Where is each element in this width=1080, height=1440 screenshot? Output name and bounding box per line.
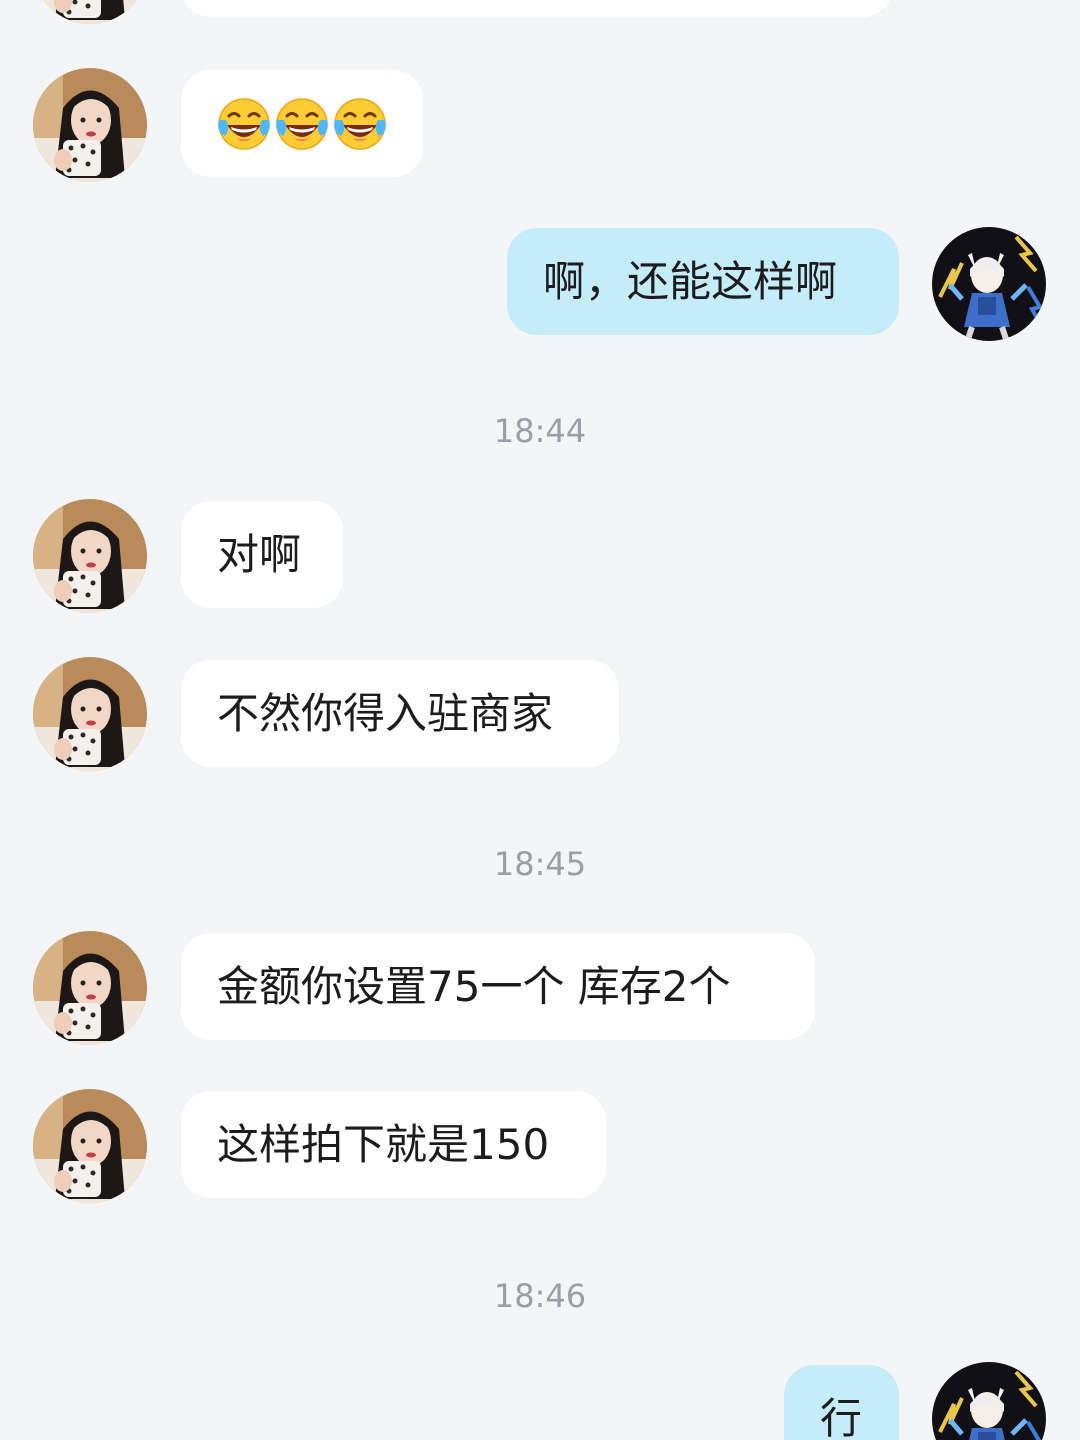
laugh-tears-emoji-icon	[332, 97, 388, 151]
contact-avatar[interactable]	[33, 0, 147, 24]
message-bubble-outgoing[interactable]: 行	[784, 1365, 899, 1440]
message-bubble-incoming[interactable]: 不然你得入驻商家	[181, 660, 619, 767]
message-bubble-partial[interactable]	[181, 0, 893, 17]
timestamp: 18:44	[493, 412, 587, 450]
message-bubble-incoming[interactable]: 对啊	[181, 501, 343, 608]
message-bubble-outgoing[interactable]: 啊，还能这样啊	[507, 228, 899, 335]
timestamp: 18:45	[493, 845, 587, 883]
message-text: 不然你得入驻商家	[217, 689, 554, 738]
message-text: 金额你设置75一个 库存2个	[217, 962, 731, 1011]
timestamp: 18:46	[493, 1277, 587, 1315]
message-text: 这样拍下就是150	[217, 1120, 550, 1169]
message-bubble-incoming[interactable]	[181, 70, 423, 177]
contact-avatar[interactable]	[33, 499, 147, 613]
my-avatar[interactable]	[932, 1362, 1046, 1440]
message-text: 啊，还能这样啊	[543, 257, 838, 306]
contact-avatar[interactable]	[33, 1089, 147, 1203]
message-text: 行	[820, 1394, 863, 1440]
chat-message-list[interactable]: 啊，还能这样啊 18:44 对啊 不然你得入驻商家 18:45 金额你设置75一…	[0, 0, 1080, 1440]
message-text: 对啊	[217, 530, 302, 579]
contact-avatar[interactable]	[33, 931, 147, 1045]
contact-avatar[interactable]	[33, 68, 147, 182]
laugh-tears-emoji-icon	[216, 97, 272, 151]
message-bubble-incoming[interactable]: 这样拍下就是150	[181, 1091, 606, 1198]
laugh-tears-emoji-icon	[274, 97, 330, 151]
my-avatar[interactable]	[932, 227, 1046, 341]
contact-avatar[interactable]	[33, 657, 147, 771]
message-bubble-incoming[interactable]: 金额你设置75一个 库存2个	[181, 933, 815, 1040]
